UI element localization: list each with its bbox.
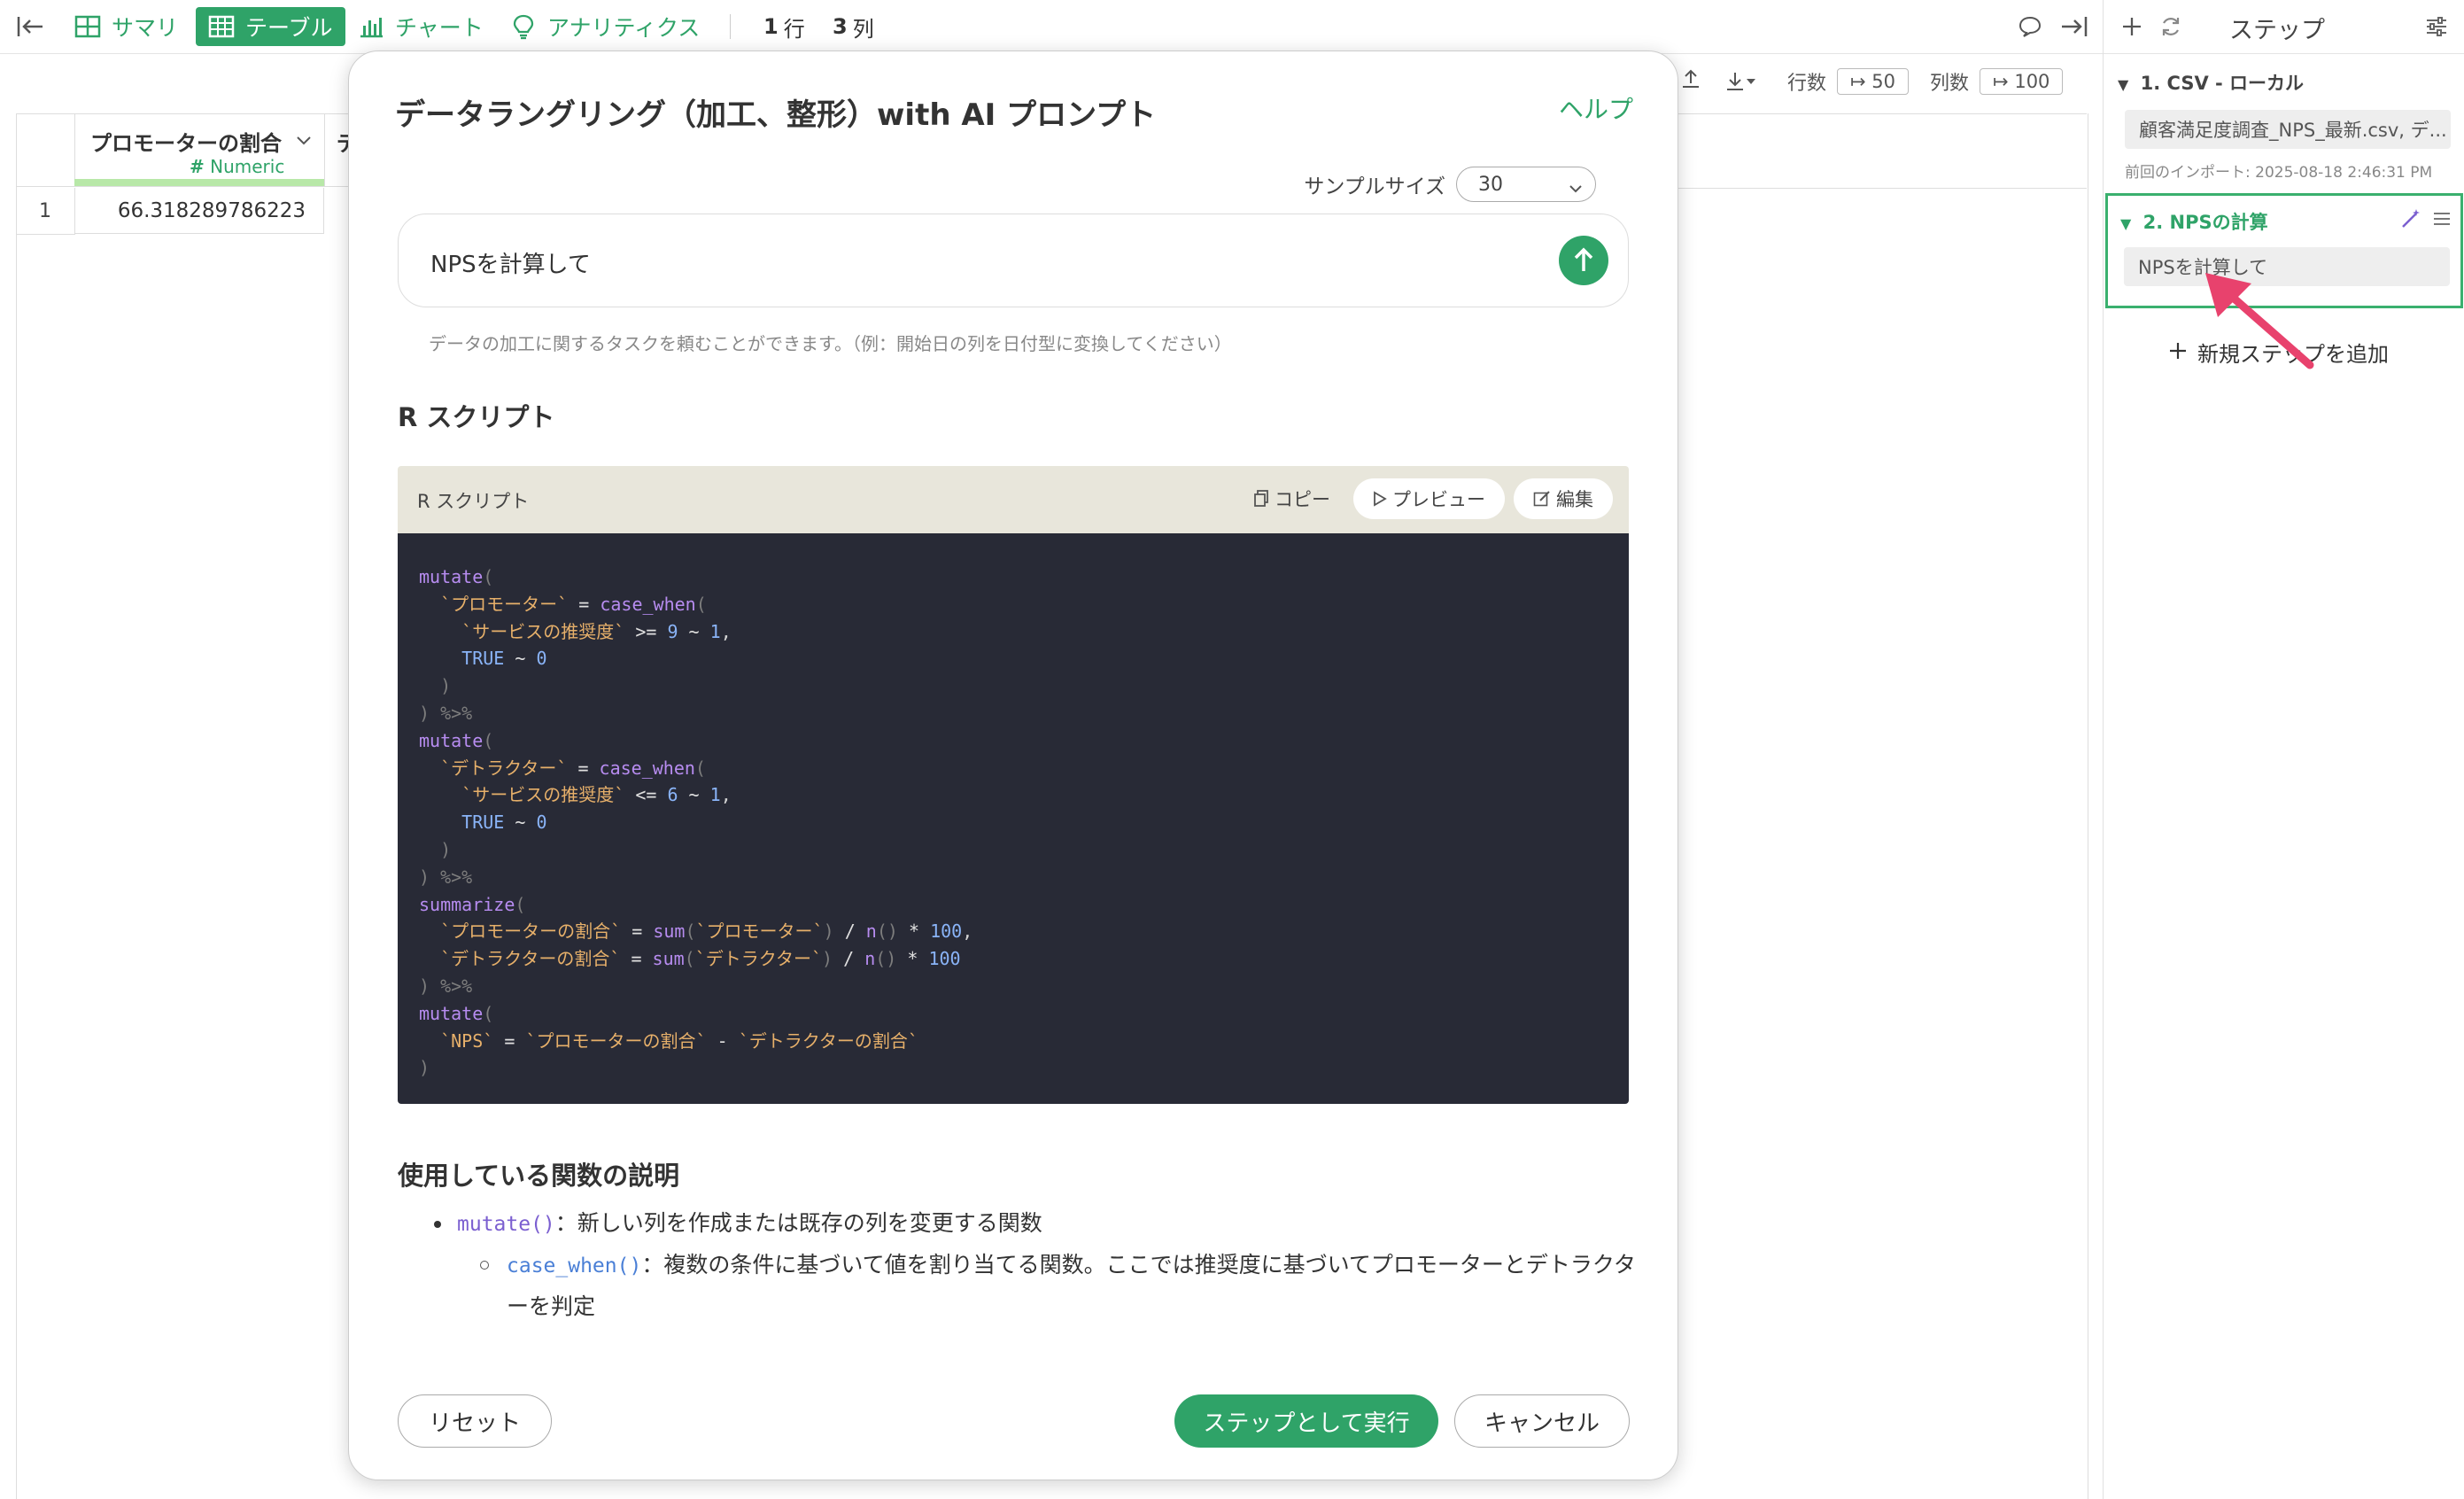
- preview-label: プレビュー: [1392, 489, 1485, 510]
- tab-analytics-label: アナリティクス: [547, 15, 701, 41]
- sidebar-header-line: [2104, 53, 2464, 54]
- tab-table-label: テーブル: [245, 15, 333, 41]
- upload-icon[interactable]: [1681, 68, 1701, 95]
- step-1-title: 1. CSV - ローカル: [2140, 73, 2305, 94]
- comment-icon[interactable]: [2014, 11, 2046, 43]
- download-icon[interactable]: [1725, 71, 1757, 92]
- chevron-down-icon[interactable]: [296, 133, 312, 150]
- collapse-right-icon[interactable]: [2057, 11, 2092, 43]
- code-block: R スクリプト コピー プレビュー 編集 mutate( `プロモーター` = …: [398, 466, 1629, 1104]
- function-name-case-when: case_when(): [507, 1254, 642, 1278]
- collapse-left-icon[interactable]: [12, 11, 48, 43]
- row-index: 1: [16, 188, 75, 235]
- column-count-value: 3: [833, 14, 848, 39]
- sample-size: サンプルサイズ 30: [1304, 167, 1596, 202]
- functions-list: mutate()：新しい列を作成または既存の列を変更する関数 case_when…: [434, 1203, 1642, 1327]
- refresh-icon[interactable]: [2155, 11, 2187, 43]
- sample-size-label: サンプルサイズ: [1304, 175, 1445, 198]
- step-1-timestamp: 前回のインポート: 2025-08-18 2:46:31 PM: [2125, 164, 2433, 182]
- prompt-input[interactable]: NPSを計算して: [398, 214, 1629, 307]
- run-as-step-button[interactable]: ステップとして実行: [1174, 1394, 1438, 1448]
- step-1-file[interactable]: 顧客満足度調査_NPS_最新.csv, デ...: [2125, 110, 2451, 149]
- row-count-value: 1: [763, 14, 779, 39]
- tab-chart[interactable]: チャート: [358, 7, 484, 46]
- column-count: 3 列: [833, 7, 874, 46]
- play-icon: [1374, 491, 1387, 507]
- code-block-header: R スクリプト コピー プレビュー 編集: [398, 466, 1629, 533]
- script-section-title: R スクリプト: [398, 402, 555, 432]
- column-count-unit: 列: [852, 16, 874, 42]
- code-block-title: R スクリプト: [417, 491, 530, 512]
- row-count: 1 行: [763, 7, 805, 46]
- prompt-input-text[interactable]: NPSを計算して: [430, 246, 591, 279]
- reset-button[interactable]: リセット: [398, 1394, 552, 1448]
- tab-analytics[interactable]: アナリティクス: [510, 7, 700, 46]
- triangle-down-icon: ▼: [2118, 76, 2129, 93]
- functions-section-title: 使用している関数の説明: [398, 1161, 680, 1191]
- annotation-arrow-icon: [2205, 273, 2314, 369]
- sidebar-title: ステップ: [2229, 17, 2325, 44]
- chevron-down-icon: [1569, 178, 1583, 200]
- col-limit-value: 100: [2014, 71, 2050, 92]
- column-type-label: Numeric: [210, 156, 285, 177]
- list-item: case_when()：複数の条件に基づいて値を割り当てる関数。ここでは推奨度に…: [480, 1245, 1642, 1327]
- tab-summary[interactable]: サマリ: [74, 7, 178, 46]
- copy-icon: [1254, 490, 1268, 507]
- row-count-unit: 行: [783, 16, 805, 42]
- edit-button[interactable]: 編集: [1514, 478, 1613, 519]
- column-type: # Numeric: [190, 156, 285, 177]
- function-name-mutate: mutate(): [457, 1213, 555, 1236]
- copy-label: コピー: [1275, 489, 1330, 510]
- row-count-label: 行数: [1787, 73, 1827, 95]
- col-limit-input[interactable]: ↦ 100: [1980, 68, 2064, 95]
- add-icon[interactable]: [2116, 11, 2148, 43]
- top-toolbar: サマリ テーブル チャート アナリティクス 1 行 3 列: [0, 0, 2103, 54]
- sample-size-select[interactable]: 30: [1456, 167, 1596, 202]
- toolbar-divider: [730, 14, 731, 39]
- table-icon: [208, 13, 235, 40]
- tab-summary-label: サマリ: [112, 15, 179, 41]
- preview-button[interactable]: プレビュー: [1353, 478, 1505, 519]
- copy-button[interactable]: コピー: [1253, 485, 1330, 512]
- step-2-header[interactable]: ▼ 2. NPSの計算: [2120, 208, 2268, 235]
- table-tools: 行数 ↦ 50 列数 ↦ 100: [1681, 64, 2084, 99]
- list-item: mutate()：新しい列を作成または既存の列を変更する関数: [434, 1203, 1642, 1245]
- tab-chart-label: チャート: [395, 15, 484, 41]
- table-header-bottom-line: [1678, 188, 2087, 189]
- edit-icon: [1533, 491, 1550, 507]
- bar-chart-icon: [358, 13, 384, 40]
- prompt-hint: データの加工に関するタスクを頼むことができます。（例：開始日の列を日付型に変換し…: [429, 333, 1232, 354]
- grid-icon: [74, 13, 101, 40]
- magic-wand-icon[interactable]: [2400, 208, 2421, 233]
- dialog-title: データラングリング（加工、整形）with AI プロンプト: [395, 97, 1157, 133]
- column-quality-bar: [74, 179, 324, 186]
- step-1-header[interactable]: ▼ 1. CSV - ローカル: [2118, 69, 2304, 96]
- arrow-up-icon: [1574, 247, 1593, 271]
- row-limit-input[interactable]: ↦ 50: [1837, 68, 1910, 95]
- r-script-code: mutate( `プロモーター` = case_when( `サービスの推奨度`…: [398, 533, 1629, 1104]
- steps-sidebar: ステップ ▼ 1. CSV - ローカル 顧客満足度調査_NPS_最新.csv,…: [2103, 0, 2464, 1499]
- sample-size-value: 30: [1478, 173, 1503, 196]
- ai-prompt-dialog: データラングリング（加工、整形）with AI プロンプト ヘルプ サンプルサイ…: [348, 50, 1678, 1480]
- plus-icon: [2169, 340, 2187, 365]
- settings-sliders-icon[interactable]: [2421, 11, 2452, 43]
- tab-table[interactable]: テーブル: [196, 7, 345, 46]
- table-cell[interactable]: 66.318289786223: [74, 188, 324, 234]
- col-count-label: 列数: [1930, 73, 1970, 95]
- triangle-down-icon: ▼: [2120, 215, 2132, 232]
- function-desc-mutate: ：新しい列を作成または既存の列を変更する関数: [554, 1210, 1042, 1236]
- row-limit-value: 50: [1871, 71, 1896, 92]
- function-desc-case-when: ：複数の条件に基づいて値を割り当てる関数。ここでは推奨度に基づいてプロモーターと…: [507, 1252, 1636, 1319]
- edit-label: 編集: [1556, 489, 1593, 510]
- menu-icon[interactable]: [2432, 210, 2452, 231]
- lightbulb-icon: [510, 13, 537, 40]
- code-actions: コピー プレビュー 編集: [1253, 478, 1613, 519]
- column-header[interactable]: プロモーターの割合 # Numeric: [74, 113, 325, 187]
- step-2-title: 2. NPSの計算: [2142, 212, 2268, 233]
- cancel-button[interactable]: キャンセル: [1454, 1394, 1630, 1448]
- row-number-header: [16, 113, 75, 187]
- send-button[interactable]: [1559, 236, 1608, 285]
- help-link[interactable]: ヘルプ: [1559, 90, 1633, 126]
- column-header-name: プロモーターの割合: [90, 131, 282, 156]
